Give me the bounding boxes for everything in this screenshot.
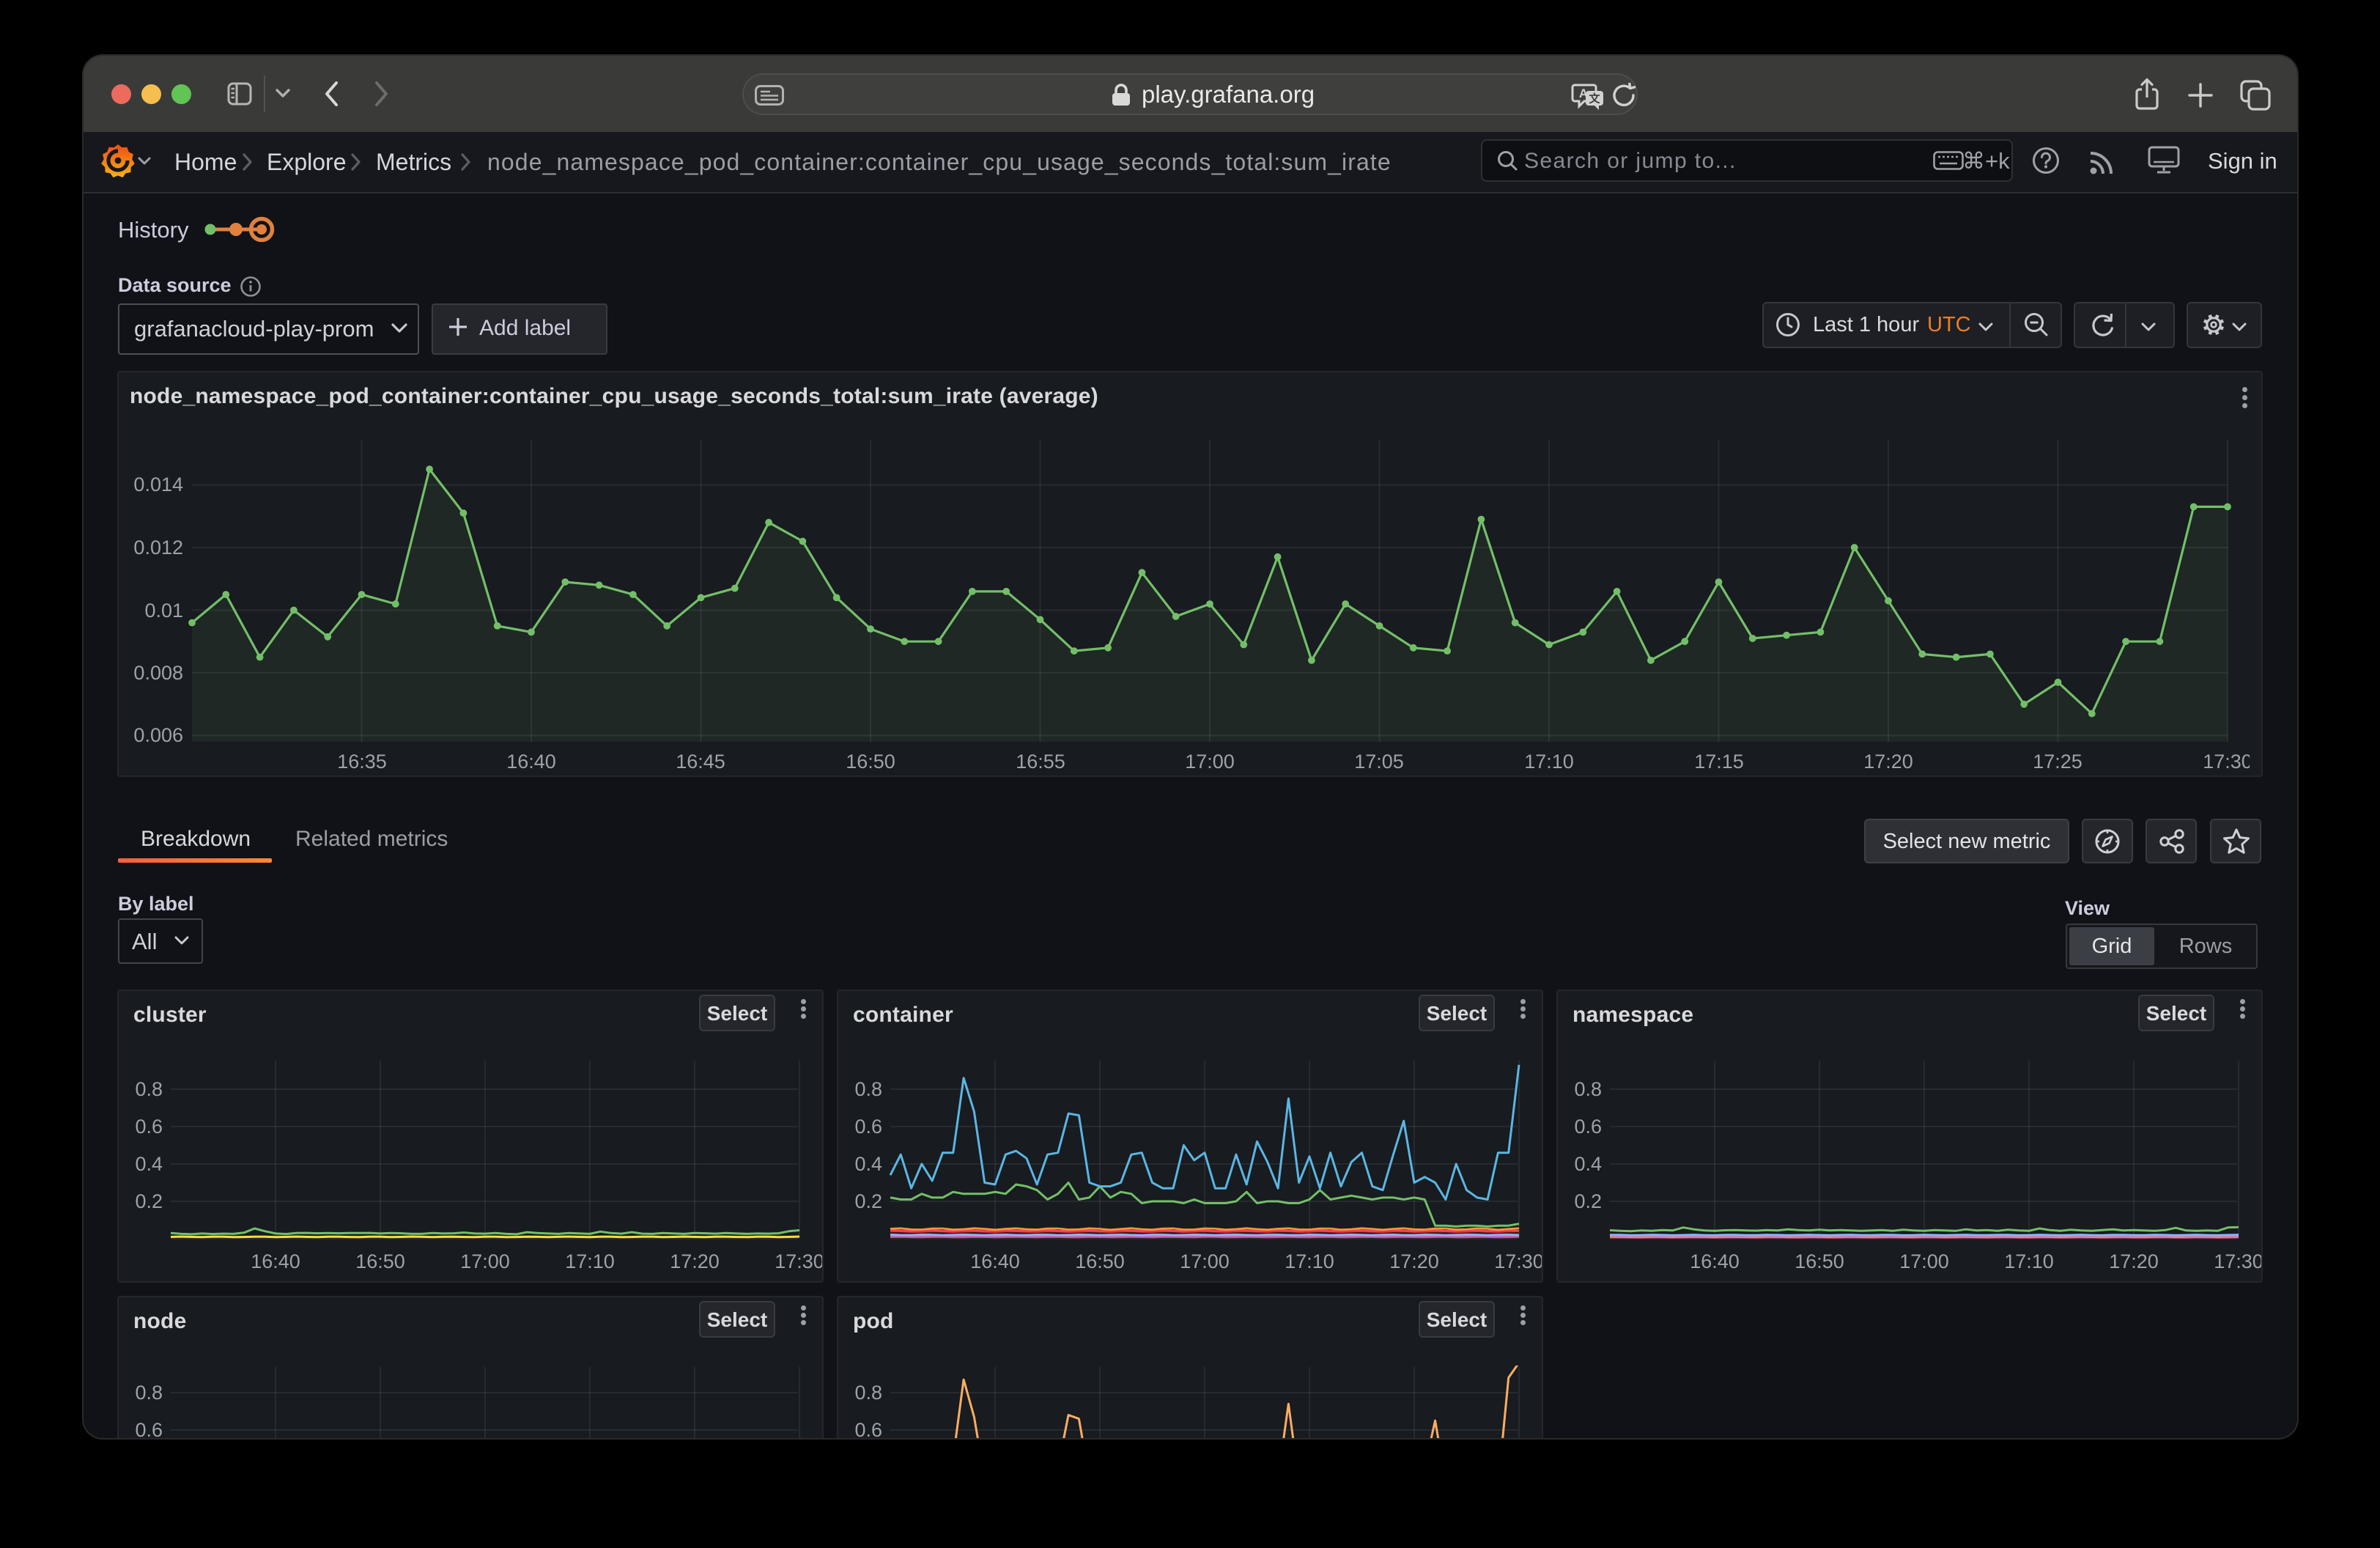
svg-text:0.6: 0.6 [1574,1116,1602,1138]
svg-text:0.4: 0.4 [135,1153,163,1175]
svg-text:文: 文 [1589,92,1600,106]
svg-text:17:30: 17:30 [1494,1250,1542,1272]
svg-text:0.012: 0.012 [133,537,183,559]
svg-text:0.4: 0.4 [1574,1153,1602,1175]
svg-text:0.01: 0.01 [144,600,183,622]
svg-text:17:30: 17:30 [2214,1250,2261,1272]
svg-text:17:10: 17:10 [1285,1250,1334,1272]
svg-text:16:50: 16:50 [355,1250,405,1272]
svg-text:17:25: 17:25 [2033,751,2082,773]
svg-text:0.6: 0.6 [135,1419,163,1438]
svg-text:0.8: 0.8 [854,1078,882,1100]
svg-text:17:20: 17:20 [1389,1250,1439,1272]
svg-text:17:30: 17:30 [2203,751,2250,773]
svg-text:17:00: 17:00 [1180,1250,1230,1272]
svg-text:0.6: 0.6 [135,1116,163,1138]
svg-text:17:15: 17:15 [1694,751,1744,773]
svg-text:16:40: 16:40 [1690,1250,1740,1272]
svg-text:0.014: 0.014 [133,473,183,495]
svg-text:17:30: 17:30 [775,1250,822,1272]
svg-text:16:50: 16:50 [1075,1250,1125,1272]
svg-text:0.006: 0.006 [133,724,183,746]
svg-text:0.2: 0.2 [1574,1190,1602,1212]
svg-text:16:40: 16:40 [251,1250,300,1272]
svg-text:17:00: 17:00 [1899,1250,1949,1272]
svg-text:0.6: 0.6 [854,1419,882,1438]
svg-text:17:20: 17:20 [1863,751,1913,773]
svg-text:16:55: 16:55 [1016,751,1065,773]
svg-text:17:10: 17:10 [2004,1250,2054,1272]
svg-text:0.2: 0.2 [854,1190,882,1212]
svg-text:16:40: 16:40 [970,1250,1020,1272]
svg-text:17:00: 17:00 [460,1250,510,1272]
svg-text:0.8: 0.8 [135,1078,163,1100]
svg-text:16:45: 16:45 [676,751,725,773]
svg-text:17:10: 17:10 [1524,751,1574,773]
svg-text:17:20: 17:20 [670,1250,720,1272]
svg-text:0.8: 0.8 [135,1382,163,1404]
svg-text:16:50: 16:50 [846,751,895,773]
svg-text:17:00: 17:00 [1185,751,1235,773]
svg-text:17:05: 17:05 [1354,751,1404,773]
svg-text:0.2: 0.2 [135,1190,163,1212]
svg-text:16:50: 16:50 [1795,1250,1844,1272]
svg-text:0.008: 0.008 [133,662,183,684]
svg-text:0.4: 0.4 [854,1153,882,1175]
svg-text:17:10: 17:10 [565,1250,615,1272]
svg-text:0.8: 0.8 [1574,1078,1602,1100]
svg-text:0.8: 0.8 [854,1382,882,1404]
svg-text:16:40: 16:40 [506,751,556,773]
svg-text:16:35: 16:35 [337,751,387,773]
svg-text:17:20: 17:20 [2109,1250,2159,1272]
svg-text:0.6: 0.6 [854,1116,882,1138]
